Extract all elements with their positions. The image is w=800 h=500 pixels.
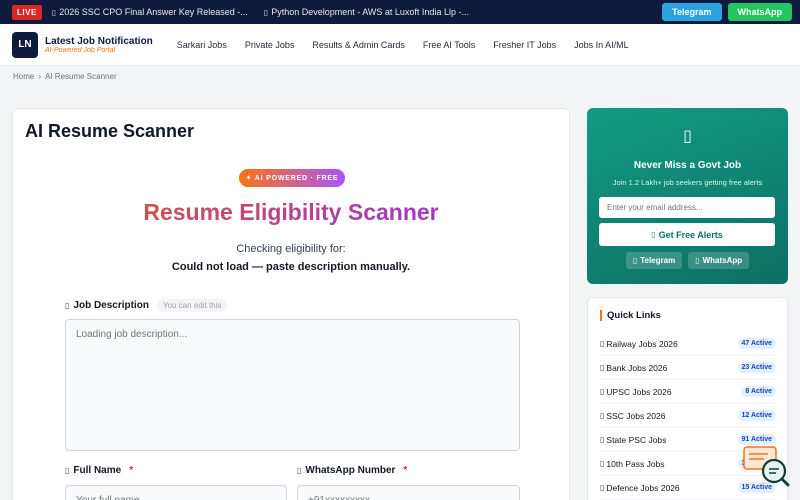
- quick-link-label: ▯ Defence Jobs 2026: [600, 483, 680, 493]
- site-header: LN Latest Job Notification AI-Powered Jo…: [0, 24, 800, 66]
- bell-icon: ▯: [683, 128, 692, 145]
- active-count-badge: 23 Active: [737, 362, 776, 373]
- news-ticker: LIVE ▯ 2026 SSC CPO Final Answer Key Rele…: [0, 0, 800, 24]
- brand-tagline: AI-Powered Job Portal: [45, 46, 116, 54]
- bullet-icon: ▯: [51, 7, 57, 17]
- ticker-items: ▯ 2026 SSC CPO Final Answer Key Released …: [52, 7, 656, 17]
- checking-text: Checking eligibility for:: [236, 243, 346, 255]
- chat-search-icon: [743, 446, 790, 487]
- clipboard-icon: ▯: [600, 411, 605, 420]
- page-title: AI Resume Scanner: [25, 121, 195, 141]
- chat-search-fab[interactable]: [742, 446, 790, 490]
- nav-private-jobs[interactable]: Private Jobs: [245, 40, 295, 50]
- breadcrumb: Home › AI Resume Scanner: [0, 66, 800, 86]
- get-free-alerts-button[interactable]: ▯ Get Free Alerts: [599, 223, 775, 246]
- nav-sarkari-jobs[interactable]: Sarkari Jobs: [177, 40, 227, 50]
- brand-name: Latest Job Notification: [45, 35, 153, 47]
- hero-title: Resume Eligibility Scanner: [13, 199, 569, 226]
- quick-link-text: SSC Jobs 2026: [606, 410, 666, 421]
- whatsapp-number-label-text: WhatsApp Number: [305, 465, 396, 476]
- quick-link-upsc-jobs[interactable]: ▯ UPSC Jobs 2026 8 Active: [600, 380, 776, 404]
- scanner-card: AI Resume Scanner ✦ AI POWERED · FREE Re…: [12, 108, 570, 500]
- ticker-item[interactable]: ▯ Python Development - AWS at Luxoft Indi…: [264, 7, 469, 17]
- edit-hint: You can edit this: [156, 299, 228, 312]
- job-description-label-text: Job Description: [73, 300, 149, 311]
- alert-subtitle: Join 1.2 Lakh+ job seekers getting free …: [612, 178, 763, 187]
- ticker-item-text: Python Development - AWS at Luxoft India…: [271, 7, 469, 17]
- whatsapp-icon: ▯: [695, 256, 700, 265]
- quick-link-label: ▯ Bank Jobs 2026: [600, 363, 667, 373]
- quick-link-text: 10th Pass Jobs: [606, 458, 665, 469]
- active-count-badge: 47 Active: [737, 338, 776, 349]
- nav-results-admit-cards[interactable]: Results & Admin Cards: [312, 40, 405, 50]
- alert-whatsapp-button[interactable]: ▯ WhatsApp: [688, 252, 750, 269]
- alert-telegram-button[interactable]: ▯ Telegram: [625, 252, 683, 269]
- quick-link-label: ▯ 10th Pass Jobs: [600, 459, 665, 469]
- telegram-icon: ▯: [632, 256, 638, 265]
- main-nav: Sarkari Jobs Private Jobs Results & Admi…: [177, 40, 629, 50]
- get-free-alerts-label: Get Free Alerts: [658, 229, 723, 240]
- alert-channel-buttons: ▯ Telegram ▯ WhatsApp: [587, 252, 788, 269]
- required-marker: *: [403, 465, 408, 476]
- active-count-badge: 12 Active: [737, 410, 776, 421]
- quick-links-title: Quick Links: [600, 310, 661, 321]
- alert-telegram-label: Telegram: [640, 256, 676, 265]
- full-name-label: ▯ Full Name *: [65, 465, 133, 476]
- quick-link-railway-jobs[interactable]: ▯ Railway Jobs 2026 47 Active: [600, 332, 776, 356]
- quick-link-label: ▯ UPSC Jobs 2026: [600, 387, 672, 397]
- bell-icon: ▯: [651, 230, 656, 239]
- nav-free-ai-tools[interactable]: Free AI Tools: [423, 40, 475, 50]
- quick-link-text: Defence Jobs 2026: [606, 482, 680, 493]
- site-logo[interactable]: LN: [12, 31, 38, 58]
- brand[interactable]: Latest Job Notification AI-Powered Job P…: [45, 36, 153, 54]
- email-input[interactable]: [599, 197, 775, 218]
- breadcrumb-current: AI Resume Scanner: [45, 71, 117, 81]
- quick-link-text: Bank Jobs 2026: [606, 362, 668, 373]
- ai-powered-badge: ✦ AI POWERED · FREE: [239, 169, 345, 187]
- nav-fresher-it-jobs[interactable]: Fresher IT Jobs: [493, 40, 556, 50]
- live-badge: LIVE: [12, 4, 42, 20]
- document-icon: ▯: [65, 301, 70, 310]
- quick-link-text: State PSC Jobs: [606, 434, 667, 445]
- quick-link-bank-jobs[interactable]: ▯ Bank Jobs 2026 23 Active: [600, 356, 776, 380]
- train-icon: ▯: [600, 339, 605, 348]
- quick-link-text: UPSC Jobs 2026: [606, 386, 672, 397]
- bullet-icon: ▯: [263, 7, 269, 17]
- load-error-message: Could not load — paste description manua…: [171, 261, 411, 273]
- whatsapp-number-label: ▯ WhatsApp Number *: [297, 465, 407, 476]
- shield-icon: ▯: [600, 483, 605, 492]
- full-name-input[interactable]: [65, 485, 287, 500]
- map-icon: ▯: [600, 435, 605, 444]
- ticker-item[interactable]: ▯ 2026 SSC CPO Final Answer Key Released …: [52, 7, 248, 17]
- breadcrumb-home[interactable]: Home: [13, 72, 34, 81]
- quick-link-label: ▯ SSC Jobs 2026: [600, 411, 665, 421]
- active-count-badge: 8 Active: [741, 386, 776, 397]
- breadcrumb-separator: ›: [38, 71, 42, 81]
- quick-link-label: ▯ State PSC Jobs: [600, 435, 666, 445]
- alert-whatsapp-label: WhatsApp: [702, 256, 743, 265]
- whatsapp-button[interactable]: WhatsApp: [727, 3, 792, 21]
- phone-icon: ▯: [297, 466, 302, 475]
- job-description-input[interactable]: [65, 319, 520, 451]
- building-icon: ▯: [600, 387, 605, 396]
- user-icon: ▯: [65, 466, 70, 475]
- job-alert-card: ▯ Never Miss a Govt Job Join 1.2 Lakh+ j…: [587, 108, 788, 284]
- full-name-label-text: Full Name: [73, 465, 122, 476]
- active-count-badge: 91 Active: [737, 434, 776, 445]
- book-icon: ▯: [600, 459, 605, 468]
- required-marker: *: [129, 465, 134, 476]
- quick-link-label: ▯ Railway Jobs 2026: [600, 339, 678, 349]
- bank-icon: ▯: [600, 363, 605, 372]
- quick-link-text: Railway Jobs 2026: [606, 338, 678, 349]
- telegram-button[interactable]: Telegram: [662, 3, 722, 21]
- quick-link-ssc-jobs[interactable]: ▯ SSC Jobs 2026 12 Active: [600, 404, 776, 428]
- nav-jobs-in-ai-ml[interactable]: Jobs In AI/ML: [574, 40, 629, 50]
- ticker-item-text: 2026 SSC CPO Final Answer Key Released -…: [59, 7, 248, 17]
- alert-title: Never Miss a Govt Job: [633, 160, 742, 171]
- whatsapp-number-input[interactable]: [297, 485, 520, 500]
- job-description-label: ▯ Job Description You can edit this: [65, 299, 228, 312]
